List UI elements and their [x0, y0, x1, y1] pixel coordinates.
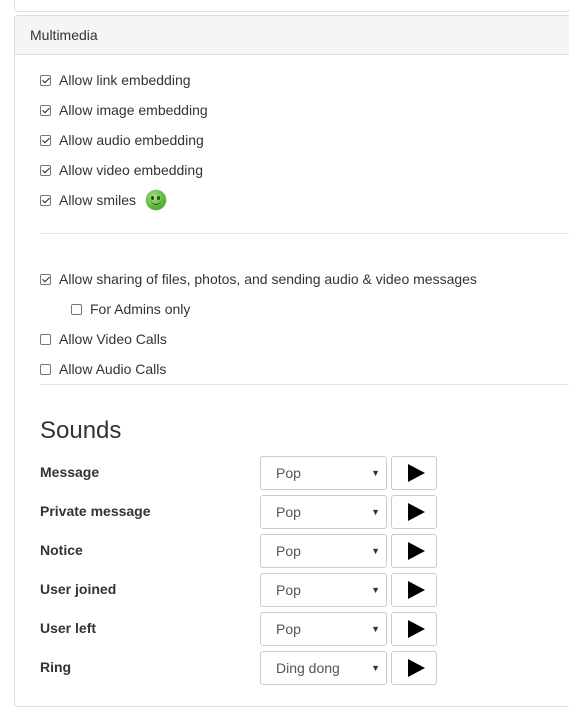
- sound-label: Notice: [40, 542, 83, 558]
- sound-row-notice: Notice Pop ▼: [40, 534, 440, 568]
- sound-row-ring: Ring Ding dong ▼: [40, 651, 440, 685]
- sound-select-value: Pop: [276, 621, 301, 637]
- settings-page: Multimedia Allow link embedding Allow im…: [0, 0, 569, 720]
- admins-only-label: For Admins only: [90, 301, 191, 317]
- sound-select-user-left[interactable]: Pop ▼: [260, 612, 387, 646]
- panel-title: Multimedia: [15, 16, 569, 55]
- play-icon: [407, 659, 425, 677]
- play-button[interactable]: [391, 612, 437, 646]
- section-divider: [40, 384, 569, 385]
- sound-label: Ring: [40, 659, 72, 675]
- sound-select-value: Pop: [276, 465, 301, 481]
- sound-row-user-left: User left Pop ▼: [40, 612, 440, 646]
- play-button[interactable]: [391, 495, 437, 529]
- video-embedding-checkbox[interactable]: [40, 164, 51, 176]
- sound-select-ring[interactable]: Ding dong ▼: [260, 651, 387, 685]
- sound-select-value: Ding dong: [276, 660, 340, 676]
- multimedia-panel: Multimedia Allow link embedding Allow im…: [14, 15, 569, 707]
- caret-down-icon: ▼: [371, 468, 380, 478]
- caret-down-icon: ▼: [371, 507, 380, 517]
- audio-embedding-option[interactable]: Allow audio embedding: [40, 130, 204, 150]
- section-divider: [40, 233, 569, 234]
- caret-down-icon: ▼: [371, 546, 380, 556]
- smiles-checkbox[interactable]: [40, 194, 51, 206]
- play-button[interactable]: [391, 534, 437, 568]
- image-embedding-label: Allow image embedding: [59, 102, 208, 118]
- sharing-label: Allow sharing of files, photos, and send…: [59, 271, 477, 287]
- caret-down-icon: ▼: [371, 585, 380, 595]
- sound-select-value: Pop: [276, 543, 301, 559]
- sound-label: User joined: [40, 581, 117, 597]
- caret-down-icon: ▼: [371, 624, 380, 634]
- caret-down-icon: ▼: [371, 663, 380, 673]
- video-embedding-label: Allow video embedding: [59, 162, 203, 178]
- sound-select-value: Pop: [276, 582, 301, 598]
- sound-select-message[interactable]: Pop ▼: [260, 456, 387, 490]
- play-button[interactable]: [391, 573, 437, 607]
- previous-panel: [14, 0, 569, 12]
- video-calls-option[interactable]: Allow Video Calls: [40, 329, 167, 349]
- sound-row-message: Message Pop ▼: [40, 456, 440, 490]
- play-icon: [407, 620, 425, 638]
- video-calls-label: Allow Video Calls: [59, 331, 167, 347]
- sounds-heading: Sounds: [40, 417, 122, 444]
- smiles-option[interactable]: Allow smiles: [40, 189, 167, 211]
- play-icon: [407, 503, 425, 521]
- sound-select-value: Pop: [276, 504, 301, 520]
- play-icon: [407, 464, 425, 482]
- play-icon: [407, 581, 425, 599]
- audio-calls-option[interactable]: Allow Audio Calls: [40, 359, 166, 379]
- link-embedding-option[interactable]: Allow link embedding: [40, 70, 191, 90]
- link-embedding-checkbox[interactable]: [40, 74, 51, 86]
- sound-label: Private message: [40, 503, 151, 519]
- smile-icon: [146, 190, 167, 210]
- video-calls-checkbox[interactable]: [40, 333, 51, 345]
- play-icon: [407, 542, 425, 560]
- link-embedding-label: Allow link embedding: [59, 72, 191, 88]
- image-embedding-checkbox[interactable]: [40, 104, 51, 116]
- sharing-checkbox[interactable]: [40, 273, 51, 285]
- audio-embedding-label: Allow audio embedding: [59, 132, 204, 148]
- sound-label: Message: [40, 464, 100, 480]
- admins-only-checkbox[interactable]: [71, 303, 82, 315]
- play-button[interactable]: [391, 651, 437, 685]
- smiles-label: Allow smiles: [59, 192, 137, 208]
- video-embedding-option[interactable]: Allow video embedding: [40, 160, 203, 180]
- sound-select-private-message[interactable]: Pop ▼: [260, 495, 387, 529]
- audio-embedding-checkbox[interactable]: [40, 134, 51, 146]
- sound-select-user-joined[interactable]: Pop ▼: [260, 573, 387, 607]
- admins-only-option[interactable]: For Admins only: [71, 299, 190, 319]
- image-embedding-option[interactable]: Allow image embedding: [40, 100, 208, 120]
- sound-row-user-joined: User joined Pop ▼: [40, 573, 440, 607]
- audio-calls-label: Allow Audio Calls: [59, 361, 167, 377]
- sound-label: User left: [40, 620, 97, 636]
- sound-row-private-message: Private message Pop ▼: [40, 495, 440, 529]
- play-button[interactable]: [391, 456, 437, 490]
- audio-calls-checkbox[interactable]: [40, 363, 51, 375]
- sound-select-notice[interactable]: Pop ▼: [260, 534, 387, 568]
- sharing-option[interactable]: Allow sharing of files, photos, and send…: [40, 269, 477, 289]
